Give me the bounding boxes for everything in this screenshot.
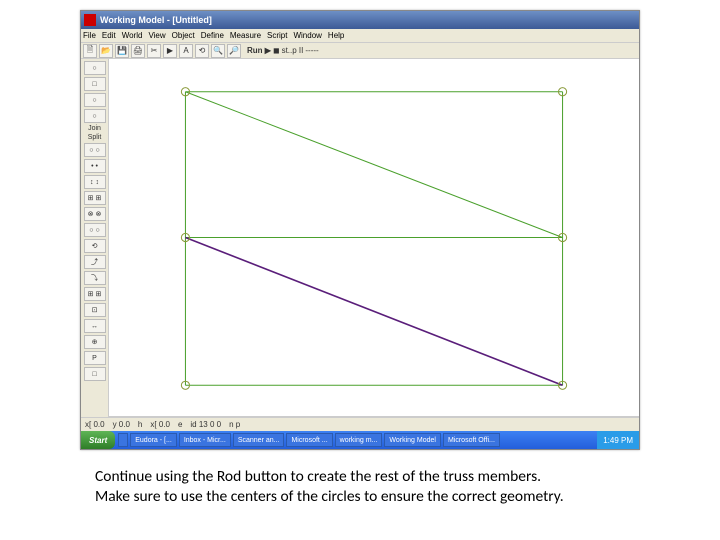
app-window: Working Model - [Untitled] File Edit Wor… [80,10,640,450]
status-e: e [178,420,182,429]
gear-tool-icon[interactable]: ○ ○ [84,223,106,237]
reset-button[interactable]: ◼ [273,46,280,55]
task-item[interactable]: Microsoft Offi... [443,433,500,447]
body-row: ○ □ ○ ○ Join Split ○ ○ • • ↕ ↕ ⊞ ⊞ ⊗ ⊗ ○… [81,59,639,417]
task-item[interactable]: Scanner an... [233,433,285,447]
main-toolbar: 🗎 📂 💾 🖨 ✂ ▶ A ⟲ 🔍 🔎 Run ▶ ◼ st..p II ---… [81,43,639,59]
pointer-icon[interactable]: ▶ [163,44,177,58]
damper-tool-icon[interactable]: ⤴ [84,255,106,269]
status-np: n p [229,420,240,429]
join-button[interactable]: Join [88,125,101,132]
menu-window[interactable]: Window [293,31,321,40]
canvas-area[interactable] [109,59,639,417]
split-button[interactable]: Split [88,134,102,141]
menubar: File Edit World View Object Define Measu… [81,29,639,43]
menu-file[interactable]: File [83,31,96,40]
menu-help[interactable]: Help [328,31,344,40]
rope-tool-icon[interactable]: ⊞ ⊞ [84,287,106,301]
menu-view[interactable]: View [148,31,165,40]
open-file-icon[interactable]: 📂 [99,44,113,58]
new-file-icon[interactable]: 🗎 [83,44,97,58]
menu-world[interactable]: World [122,31,143,40]
rod-tool-icon[interactable]: ⤵ [84,271,106,285]
status-x: x[ 0.0 [85,420,105,429]
task-item[interactable] [118,433,128,447]
menu-object[interactable]: Object [172,31,195,40]
cut-icon[interactable]: ✂ [147,44,161,58]
text-icon[interactable]: A [179,44,193,58]
step-button[interactable]: ----- [305,46,318,55]
pin-tool-icon[interactable]: ⊞ ⊞ [84,191,106,205]
pulley-tool-icon[interactable]: P [84,351,106,365]
canvas-svg [109,59,639,416]
menu-define[interactable]: Define [201,31,224,40]
zoom-out-icon[interactable]: 🔎 [227,44,241,58]
force-tool-icon[interactable]: ↔ [84,319,106,333]
task-item[interactable]: Eudora - [... [130,433,177,447]
run-button[interactable]: Run ▶ [247,46,271,55]
spring-tool-icon[interactable]: ⟲ [84,239,106,253]
status-y: y 0.0 [113,420,130,429]
status-h: h [138,420,142,429]
circle-tool-icon[interactable]: ○ [84,61,106,75]
actuator-tool-icon[interactable]: ⊡ [84,303,106,317]
app-icon [84,14,96,26]
start-button[interactable]: Start [81,431,115,449]
status-id: id 13 0 0 [190,420,221,429]
clock: 1:49 PM [603,436,633,445]
task-item[interactable]: Microsoft ... [286,433,332,447]
titlebar: Working Model - [Untitled] [81,11,639,29]
caption-line-1: Continue using the Rod button to create … [95,467,655,487]
motor-tool-icon[interactable]: ⊗ ⊗ [84,207,106,221]
menu-script[interactable]: Script [267,31,287,40]
left-toolbar: ○ □ ○ ○ Join Split ○ ○ • • ↕ ↕ ⊞ ⊞ ⊗ ⊗ ○… [81,59,109,417]
torque-tool-icon[interactable]: ⊕ [84,335,106,349]
caption-text: Continue using the Rod button to create … [95,467,655,507]
slot-tool-icon[interactable]: ↕ ↕ [84,175,106,189]
taskbar: Start Eudora - [... Inbox - Micr... Scan… [81,431,639,449]
statusbar: x[ 0.0 y 0.0 h x[ 0.0 e id 13 0 0 n p [81,417,639,431]
separator-tool-icon[interactable]: □ [84,367,106,381]
truss-member[interactable] [185,238,562,386]
window-title: Working Model - [Untitled] [100,15,212,25]
zoom-in-icon[interactable]: 🔍 [211,44,225,58]
print-icon[interactable]: 🖨 [131,44,145,58]
poly-tool-icon[interactable]: ○ [84,93,106,107]
task-item[interactable]: Working Model [384,433,441,447]
system-tray[interactable]: 1:49 PM [597,431,639,449]
anchor-tool-icon[interactable]: ○ ○ [84,143,106,157]
task-item[interactable]: Inbox - Micr... [179,433,231,447]
rotate-icon[interactable]: ⟲ [195,44,209,58]
caption-line-2: Make sure to use the centers of the circ… [95,487,655,507]
menu-edit[interactable]: Edit [102,31,116,40]
menu-measure[interactable]: Measure [230,31,261,40]
status-xd: x[ 0.0 [150,420,170,429]
square-tool-icon[interactable]: □ [84,77,106,91]
curved-tool-icon[interactable]: ○ [84,109,106,123]
point-tool-icon[interactable]: • • [84,159,106,173]
task-item[interactable]: working m... [335,433,383,447]
save-icon[interactable]: 💾 [115,44,129,58]
truss-member[interactable] [185,92,562,238]
stop-button[interactable]: st..p II [282,46,304,55]
